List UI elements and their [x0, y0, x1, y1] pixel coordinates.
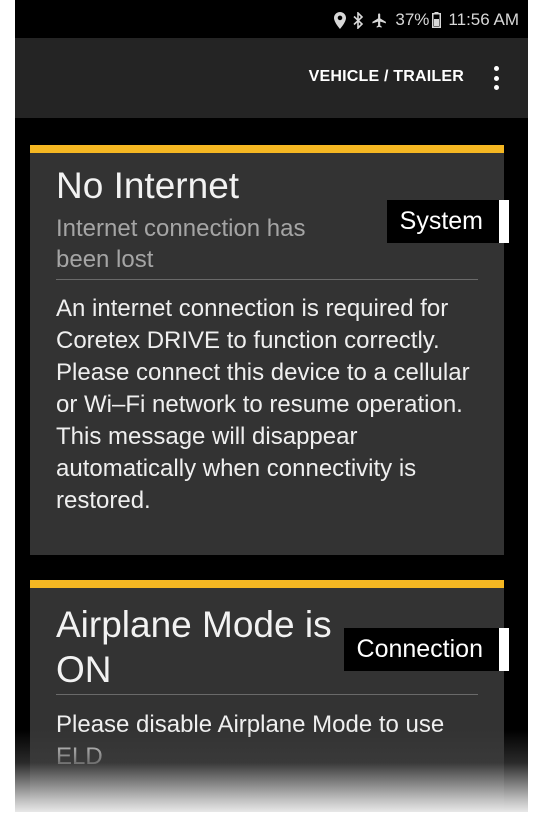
- alert-category-tag: System: [386, 200, 509, 243]
- device-screen: 37% 11:56 AM VEHICLE / TRAILER No Intern…: [15, 0, 528, 812]
- airplane-icon: [371, 12, 388, 29]
- bluetooth-icon: [353, 11, 364, 29]
- battery-status: 37%: [395, 10, 442, 30]
- more-vert-icon[interactable]: [490, 66, 502, 90]
- battery-percent: 37%: [395, 10, 430, 29]
- battery-icon: [432, 12, 442, 28]
- status-icons: 37% 11:56 AM: [334, 10, 519, 30]
- alert-divider: [56, 694, 478, 695]
- alert-card-no-internet: No Internet Internet connection has been…: [30, 145, 509, 555]
- clock: 11:56 AM: [448, 10, 519, 29]
- status-bar: 37% 11:56 AM: [15, 0, 528, 38]
- vehicle-trailer-button[interactable]: VEHICLE / TRAILER: [309, 68, 464, 86]
- app-bar: VEHICLE / TRAILER: [15, 38, 528, 118]
- alert-message: Please disable Airplane Mode to use ELD: [56, 711, 445, 770]
- alert-divider: [56, 279, 478, 280]
- location-icon: [334, 11, 347, 29]
- alert-card-airplane-mode: Airplane Mode is ON Connection Please di…: [30, 580, 509, 812]
- alert-title: Airplane Mode is ON: [56, 604, 332, 690]
- alert-title: No Internet: [56, 165, 240, 206]
- alert-category-tag: Connection: [343, 628, 509, 671]
- alert-message: An internet connection is required for C…: [56, 295, 470, 514]
- alert-subtitle: Internet connection has been lost: [56, 215, 306, 273]
